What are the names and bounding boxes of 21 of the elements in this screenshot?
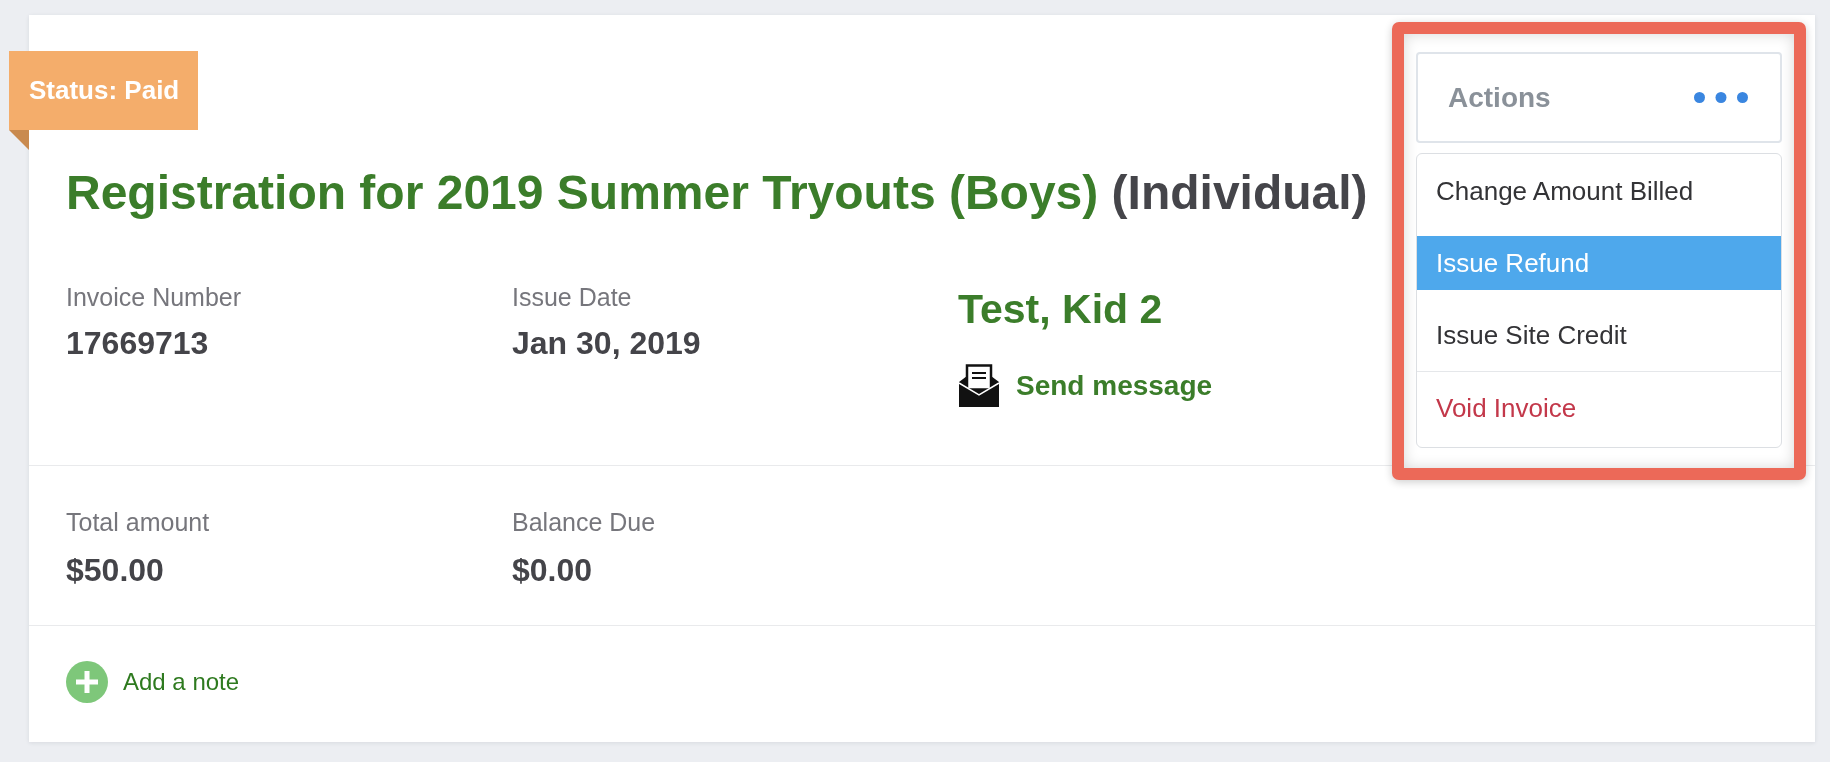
add-note-button[interactable]: Add a note	[66, 661, 240, 703]
invoice-title: Registration for 2019 Summer Tryouts (Boys) (Individual)	[66, 165, 1368, 221]
field-label: Total amount	[66, 507, 210, 537]
more-icon	[1694, 92, 1748, 103]
menu-item[interactable]: Void Invoice	[1417, 381, 1781, 435]
field-label: Issue Date	[512, 282, 632, 312]
ribbon-fold-icon	[9, 130, 29, 150]
field-label: Invoice Number	[66, 282, 242, 312]
field-value: Jan 30, 2019	[512, 324, 701, 362]
menu-item[interactable]: Change Amount Billed	[1417, 164, 1781, 218]
field-value: $0.00	[512, 551, 593, 589]
field-value: 17669713	[66, 324, 209, 362]
send-message-link[interactable]: Send message	[958, 364, 1213, 407]
plus-circle-icon	[66, 661, 108, 703]
actions-button[interactable]: Actions	[1416, 52, 1782, 143]
menu-item[interactable]: Issue Site Credit	[1417, 308, 1781, 362]
recipient-link[interactable]: Test, Kid 2	[958, 282, 1163, 336]
field-value: $50.00	[66, 551, 164, 589]
envelope-icon	[958, 364, 1000, 407]
status-badge: Status: Paid	[9, 51, 198, 130]
field-label: Balance Due	[512, 507, 656, 537]
